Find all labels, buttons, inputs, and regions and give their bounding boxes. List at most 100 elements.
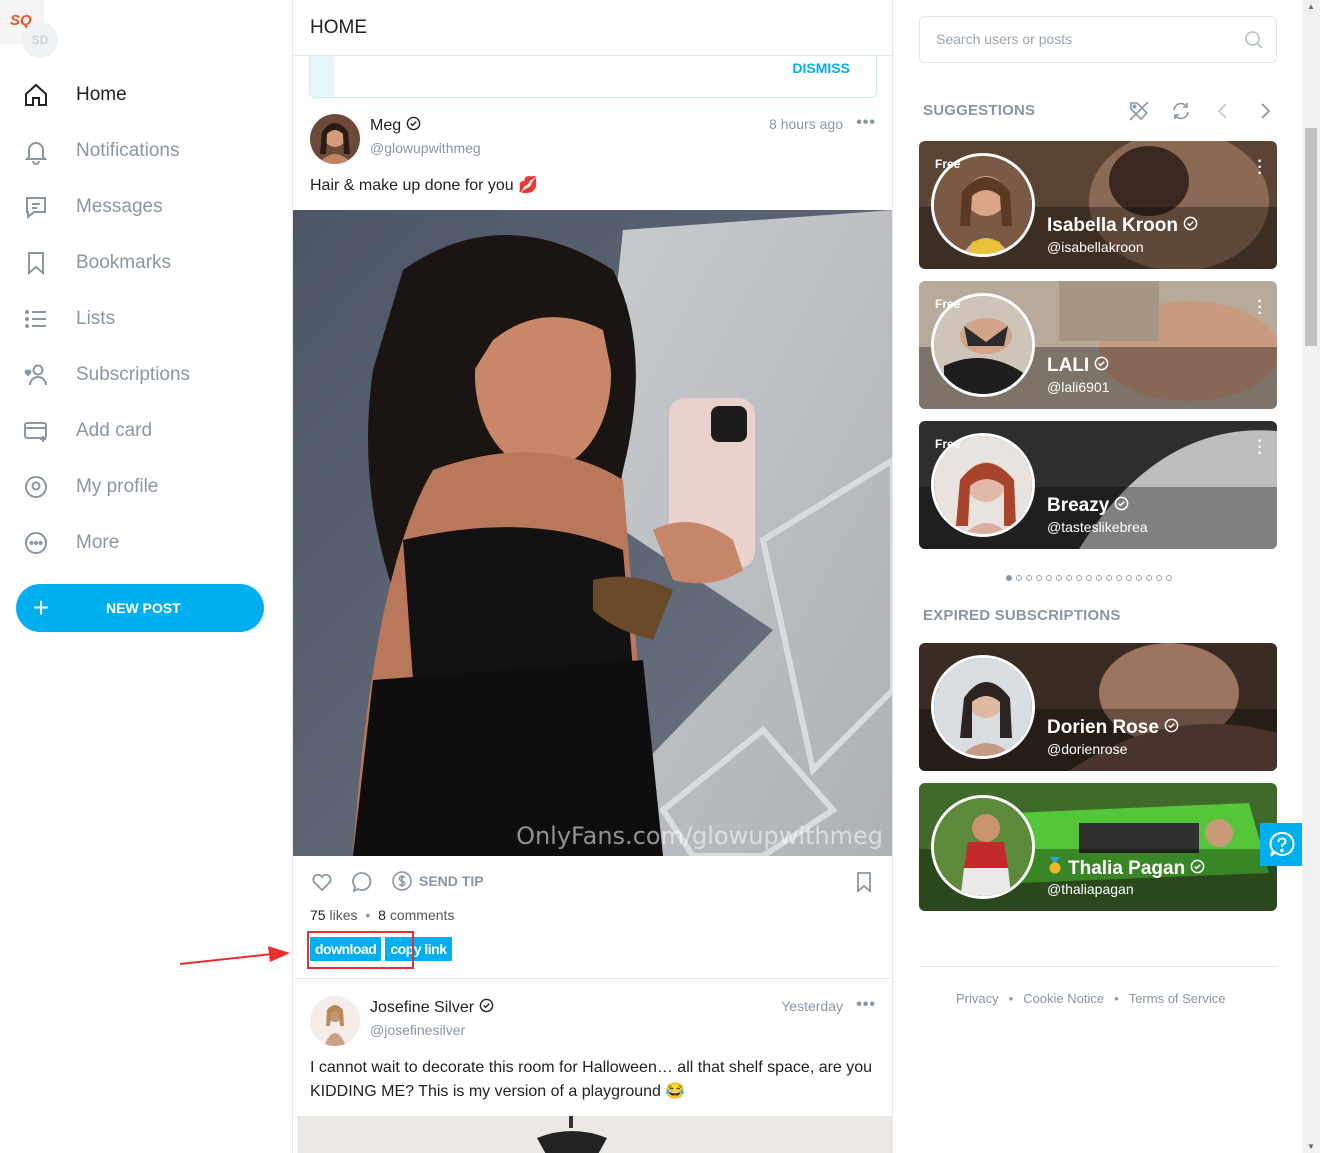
extension-buttons: download copy link <box>307 931 452 969</box>
scroll-up-icon[interactable]: ▲ <box>1307 2 1315 11</box>
sidebar-item-notifications[interactable]: Notifications <box>16 123 266 179</box>
verified-icon <box>406 116 421 136</box>
likes-count[interactable]: 75 <box>310 907 326 923</box>
suggestion-card[interactable]: Free LALI @lali6901 · · · <box>919 281 1277 409</box>
carousel-dot[interactable] <box>1166 575 1172 581</box>
chevron-right-icon[interactable] <box>1252 98 1278 124</box>
sidebar-item-more[interactable]: More <box>16 515 266 571</box>
post-options-icon[interactable]: ••• <box>856 996 876 1014</box>
post-author-handle[interactable]: @josefinesilver <box>370 1022 465 1038</box>
send-tip-button[interactable]: SEND TIP <box>391 870 484 892</box>
carousel-dot[interactable] <box>1146 575 1152 581</box>
carousel-pagination <box>1006 575 1172 581</box>
search-input[interactable] <box>936 31 1226 47</box>
page: SQ SD Home Notifications Messages Bookma… <box>0 0 1320 1153</box>
carousel-dot[interactable] <box>1126 575 1132 581</box>
sidebar-item-bookmarks[interactable]: Bookmarks <box>16 235 266 291</box>
carousel-dot[interactable] <box>1026 575 1032 581</box>
cookie-notice-link[interactable]: Cookie Notice <box>1023 991 1104 1006</box>
sidebar-item-my-profile[interactable]: My profile <box>16 459 266 515</box>
search-icon[interactable] <box>1244 30 1264 55</box>
post-author-handle[interactable]: @glowupwithmeg <box>370 140 481 156</box>
card-options-icon[interactable]: · · · <box>1257 154 1263 182</box>
post-options-icon[interactable]: ••• <box>856 114 876 132</box>
author-name-text: Josefine Silver <box>370 999 475 1016</box>
credit-card-icon <box>16 403 60 459</box>
card-options-icon[interactable]: · · · <box>1257 434 1263 462</box>
carousel-dot[interactable] <box>1096 575 1102 581</box>
sidebar-item-label: Messages <box>76 196 163 217</box>
chevron-left-icon[interactable] <box>1210 98 1236 124</box>
card-options-icon[interactable]: · · · <box>1257 294 1263 322</box>
feed-column: HOME DISMISS Meg @glowupwithmeg 8 hours … <box>292 0 893 1153</box>
post-header: Josefine Silver @josefinesilver Yesterda… <box>293 994 892 1054</box>
suggestion-name: Isabella Kroon <box>1047 215 1198 237</box>
post-author-name[interactable]: Josefine Silver <box>370 998 494 1018</box>
footer-separator: • <box>1008 991 1014 1006</box>
sidebar-item-home[interactable]: Home <box>16 67 266 123</box>
expired-subscription-card[interactable]: Thalia Pagan @thaliapagan <box>919 783 1277 911</box>
send-tip-label: SEND TIP <box>419 873 484 889</box>
carousel-dot[interactable] <box>1006 575 1012 581</box>
carousel-dot[interactable] <box>1156 575 1162 581</box>
feed-header: HOME <box>293 0 892 56</box>
post-image[interactable] <box>297 1116 892 1153</box>
sidebar-item-subscriptions[interactable]: Subscriptions <box>16 347 266 403</box>
footer-divider <box>919 966 1277 967</box>
verified-icon <box>1114 495 1129 517</box>
sidebar-item-messages[interactable]: Messages <box>16 179 266 235</box>
free-tag: Free <box>935 437 961 451</box>
privacy-link[interactable]: Privacy <box>956 991 999 1006</box>
page-scrollbar[interactable]: ▲ ▼ <box>1302 0 1320 1153</box>
bookmark-post-icon[interactable] <box>852 870 876 899</box>
comment-icon[interactable] <box>350 870 374 899</box>
terms-link[interactable]: Terms of Service <box>1129 991 1226 1006</box>
carousel-dot[interactable] <box>1066 575 1072 581</box>
suggestions-controls <box>1126 98 1278 124</box>
expired-name-text: Dorien Rose <box>1047 717 1159 738</box>
refresh-icon[interactable] <box>1168 98 1194 124</box>
plus-icon: + <box>32 592 50 623</box>
dollar-icon <box>392 871 412 891</box>
user-avatar[interactable]: SD <box>22 22 58 58</box>
post-timestamp[interactable]: Yesterday <box>781 998 843 1014</box>
sidebar-item-label: Notifications <box>76 140 180 161</box>
carousel-dot[interactable] <box>1036 575 1042 581</box>
suggestion-card[interactable]: Free Isabella Kroon @isabellakroon · · · <box>919 141 1277 269</box>
post-image[interactable]: OnlyFans.com/glowupwithmeg <box>293 210 892 856</box>
comments-count[interactable]: 8 <box>378 907 386 923</box>
feed-post: Josefine Silver @josefinesilver Yesterda… <box>293 994 892 1153</box>
carousel-dot[interactable] <box>1056 575 1062 581</box>
carousel-dot[interactable] <box>1076 575 1082 581</box>
expired-subscription-card[interactable]: Dorien Rose @dorienrose <box>919 643 1277 771</box>
carousel-dot[interactable] <box>1016 575 1022 581</box>
like-icon[interactable] <box>310 870 334 899</box>
dismiss-button[interactable]: DISMISS <box>792 60 850 76</box>
annotation-highlight-box <box>307 931 414 969</box>
post-author-name[interactable]: Meg <box>370 116 421 136</box>
room-photo <box>297 1116 892 1153</box>
author-name-text: Meg <box>370 117 402 134</box>
sidebar-item-add-card[interactable]: Add card <box>16 403 266 459</box>
carousel-dot[interactable] <box>1136 575 1142 581</box>
sidebar-item-label: Lists <box>76 308 116 329</box>
feed-post: Meg @glowupwithmeg 8 hours ago ••• Hair … <box>293 112 892 969</box>
post-timestamp[interactable]: 8 hours ago <box>769 116 843 132</box>
suggestion-card[interactable]: Free Breazy @tasteslikebrea · · · <box>919 421 1277 549</box>
sidebar-item-lists[interactable]: Lists <box>16 291 266 347</box>
medal-icon <box>1047 857 1063 881</box>
post-author-avatar[interactable] <box>310 996 360 1046</box>
scroll-thumb[interactable] <box>1305 128 1317 346</box>
post-author-avatar[interactable] <box>310 114 360 164</box>
expired-name: Thalia Pagan <box>1047 857 1205 881</box>
carousel-dot[interactable] <box>1086 575 1092 581</box>
carousel-dot[interactable] <box>1046 575 1052 581</box>
carousel-dot[interactable] <box>1116 575 1122 581</box>
new-post-button[interactable]: + NEW POST <box>16 584 264 632</box>
annotation-arrow <box>180 946 290 965</box>
help-button[interactable] <box>1260 823 1303 866</box>
free-filter-icon[interactable] <box>1126 98 1152 124</box>
carousel-dot[interactable] <box>1106 575 1112 581</box>
scroll-down-icon[interactable]: ▼ <box>1307 1142 1315 1151</box>
stats-separator: • <box>365 907 371 923</box>
